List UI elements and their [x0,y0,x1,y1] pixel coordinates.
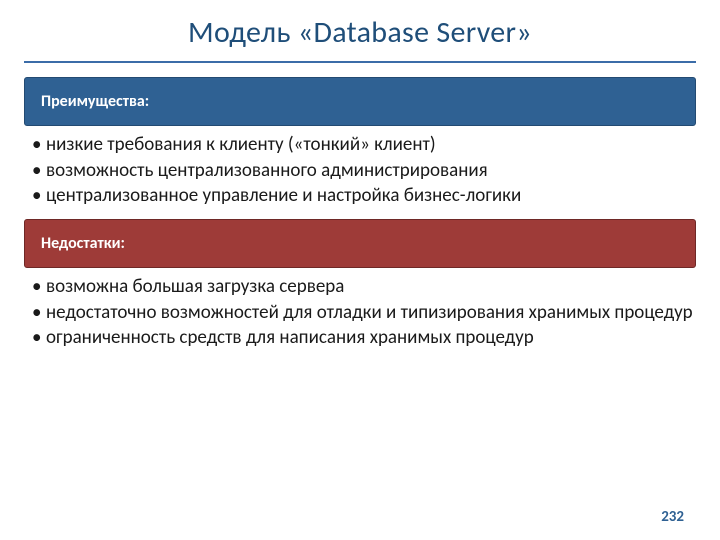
page-title: Модель «Database Server» [24,14,696,51]
page-number: 232 [661,508,684,526]
list-item: низкие требования к клиенту («тонкий» кл… [32,132,696,158]
list-item: ограниченность средств для написания хра… [32,325,696,351]
list-item: централизованное управление и настройка … [32,183,696,209]
list-item: недостаточно возможностей для отладки и … [32,300,696,326]
title-rule [24,61,696,63]
disadvantages-header: Недостатки: [24,219,696,268]
list-item: возможность централизованного администри… [32,158,696,184]
disadvantages-list: возможна большая загрузка сервера недост… [24,268,696,361]
advantages-list: низкие требования к клиенту («тонкий» кл… [24,126,696,219]
slide: Модель «Database Server» Преимущества: н… [0,0,720,361]
advantages-header: Преимущества: [24,77,696,126]
list-item: возможна большая загрузка сервера [32,274,696,300]
